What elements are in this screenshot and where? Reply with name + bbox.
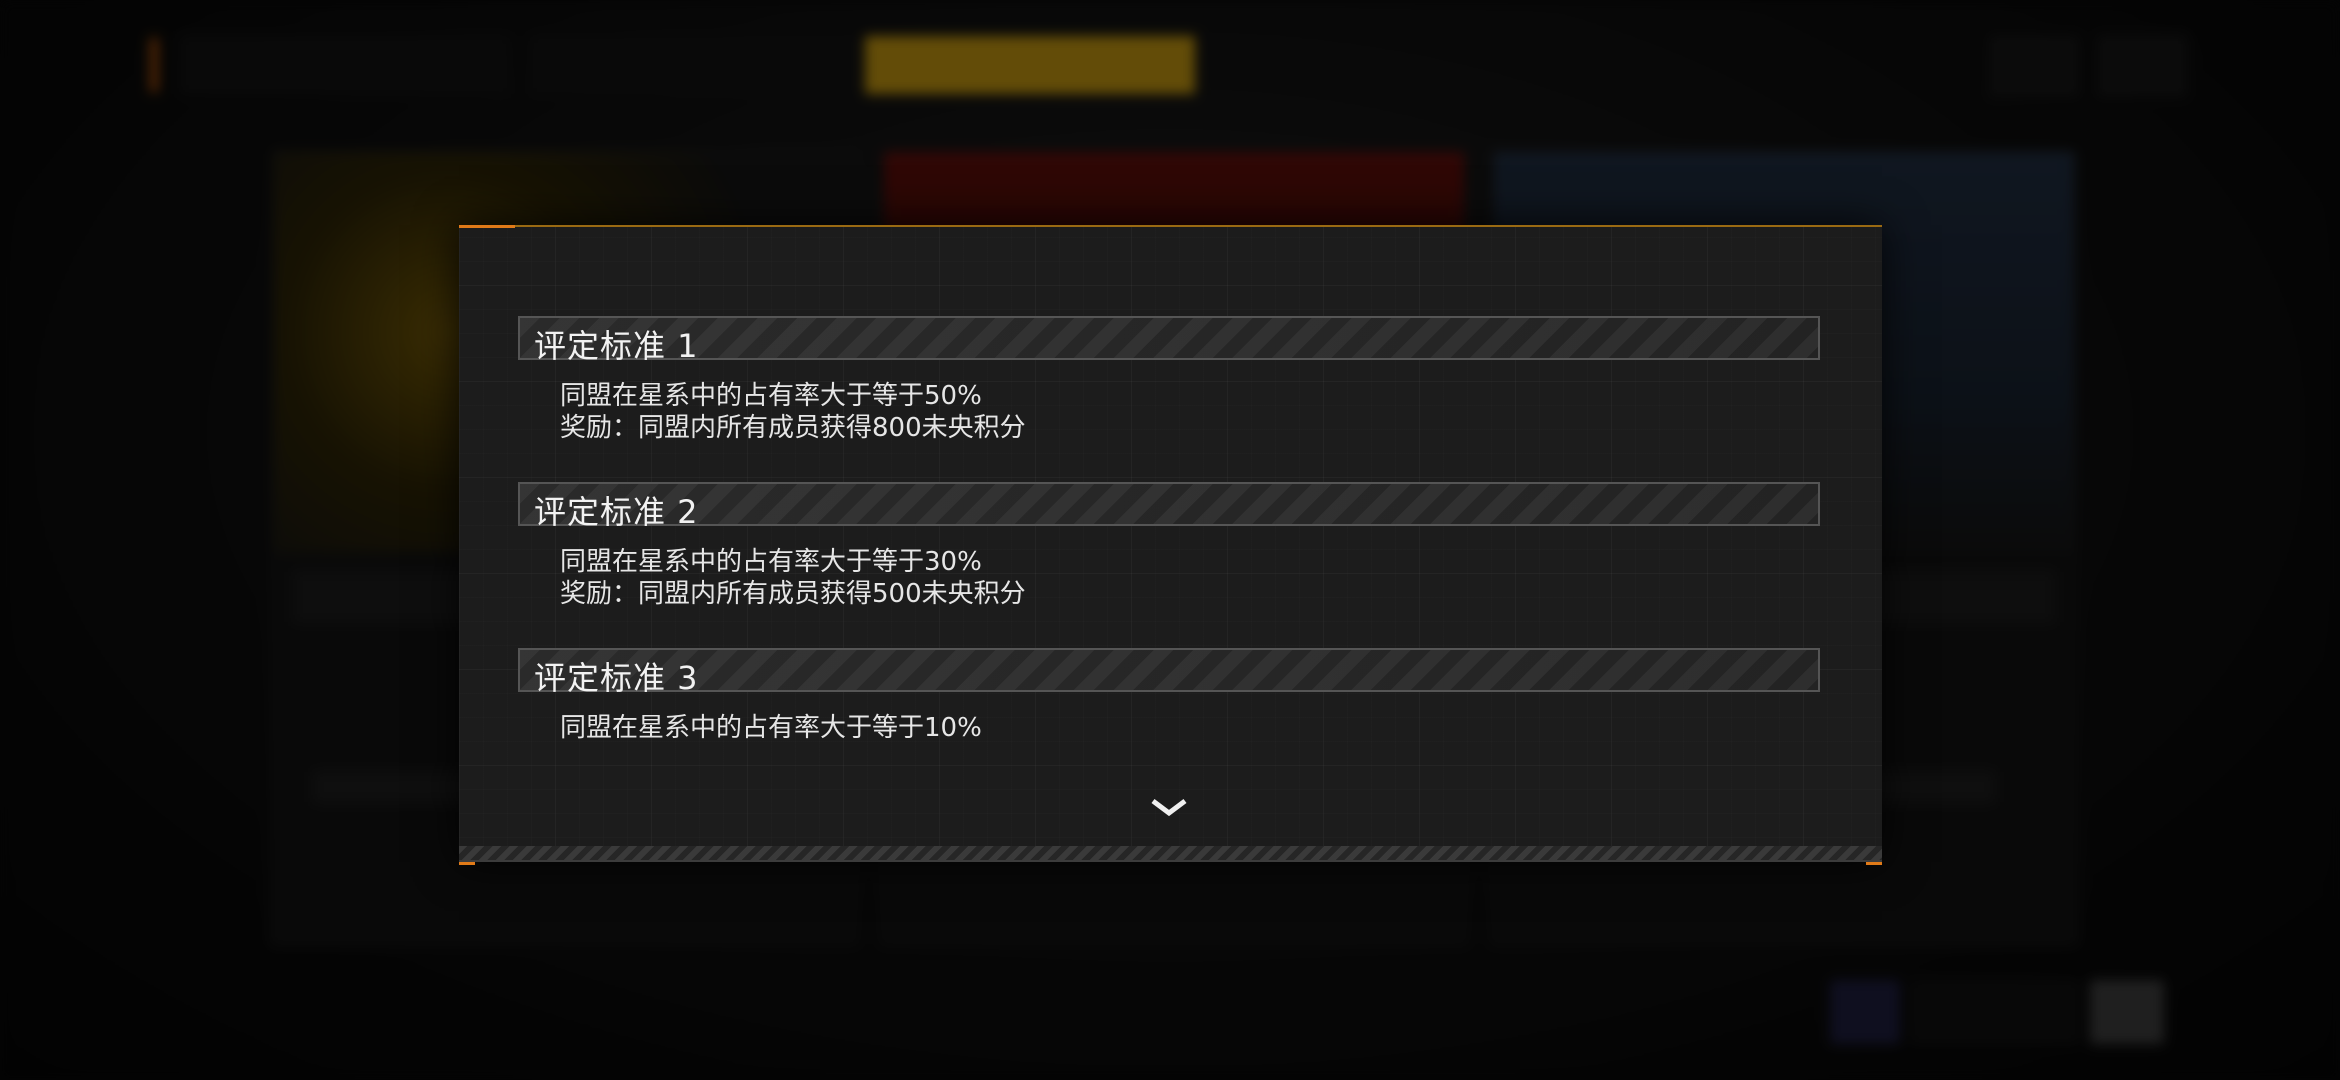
criterion-1: 评定标准 1 同盟在星系中的占有率大于等于50% 奖励：同盟内所有成员获得800…	[518, 316, 1824, 444]
criterion-2-header: 评定标准 2	[518, 482, 1820, 531]
criterion-2-reward: 奖励：同盟内所有成员获得500未央积分	[560, 579, 1026, 609]
criterion-1-title: 评定标准 1	[534, 327, 699, 365]
criterion-3-condition: 同盟在星系中的占有率大于等于10%	[560, 713, 982, 743]
modal-corner-mark-right	[1866, 862, 1882, 865]
criterion-2-condition: 同盟在星系中的占有率大于等于30%	[560, 547, 982, 577]
modal-top-accent	[459, 225, 515, 228]
modal-bottom-stripe	[459, 846, 1882, 862]
chevron-down-icon[interactable]	[1149, 795, 1189, 821]
criterion-3-header: 评定标准 3	[518, 648, 1820, 697]
criterion-1-header: 评定标准 1	[518, 316, 1820, 365]
criterion-1-body: 同盟在星系中的占有率大于等于50% 奖励：同盟内所有成员获得800未央积分	[518, 360, 1824, 444]
criterion-3-body: 同盟在星系中的占有率大于等于10%	[518, 692, 1824, 744]
criterion-1-condition: 同盟在星系中的占有率大于等于50%	[560, 381, 982, 411]
criteria-modal: 评定标准 1 同盟在星系中的占有率大于等于50% 奖励：同盟内所有成员获得800…	[459, 225, 1882, 865]
screen: 评定标准 1 同盟在星系中的占有率大于等于50% 奖励：同盟内所有成员获得800…	[0, 0, 2340, 1080]
criteria-scroll-list[interactable]: 评定标准 1 同盟在星系中的占有率大于等于50% 奖励：同盟内所有成员获得800…	[518, 316, 1824, 796]
criterion-3-title: 评定标准 3	[534, 659, 699, 697]
criterion-1-reward: 奖励：同盟内所有成员获得800未央积分	[560, 413, 1026, 443]
criterion-3: 评定标准 3 同盟在星系中的占有率大于等于10%	[518, 648, 1824, 744]
criterion-2-body: 同盟在星系中的占有率大于等于30% 奖励：同盟内所有成员获得500未央积分	[518, 526, 1824, 610]
criterion-2-title: 评定标准 2	[534, 493, 699, 531]
criterion-2: 评定标准 2 同盟在星系中的占有率大于等于30% 奖励：同盟内所有成员获得500…	[518, 482, 1824, 610]
modal-corner-mark-left	[459, 862, 475, 865]
